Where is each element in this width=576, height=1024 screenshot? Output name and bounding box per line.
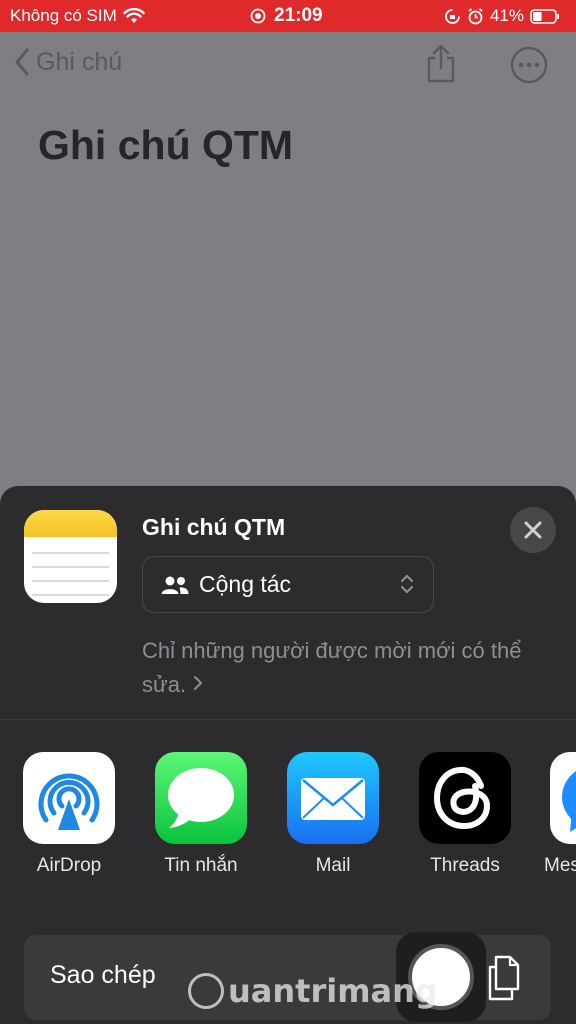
share-app-label: Mes bbox=[544, 855, 576, 876]
watermark: uantrimang bbox=[188, 972, 438, 1010]
close-button[interactable] bbox=[510, 507, 556, 553]
messenger-icon bbox=[550, 752, 576, 844]
back-button[interactable]: Ghi chú bbox=[14, 47, 122, 77]
status-bar: Không có SIM 21:09 41% bbox=[0, 0, 576, 32]
battery-percent: 41% bbox=[489, 6, 524, 25]
note-title: Ghi chú QTM bbox=[38, 122, 294, 168]
copy-icon bbox=[488, 955, 520, 1001]
airdrop-icon bbox=[23, 752, 115, 844]
share-app-mail[interactable]: Mail bbox=[287, 752, 379, 876]
clock: 21:09 bbox=[274, 5, 323, 26]
threads-icon bbox=[419, 752, 511, 844]
more-icon bbox=[510, 46, 548, 84]
messages-icon bbox=[155, 752, 247, 844]
share-icon bbox=[427, 44, 455, 83]
collaboration-selector[interactable]: Cộng tác bbox=[142, 556, 434, 613]
watermark-logo-icon bbox=[188, 973, 224, 1009]
chevron-left-icon bbox=[15, 48, 29, 76]
more-button[interactable] bbox=[510, 46, 548, 89]
chevron-right-icon bbox=[194, 676, 203, 690]
share-app-messages[interactable]: Tin nhắn bbox=[155, 752, 247, 876]
screen-recording-icon bbox=[250, 8, 266, 24]
share-app-threads[interactable]: Threads bbox=[419, 752, 511, 876]
share-button[interactable] bbox=[424, 44, 458, 89]
share-app-label: Threads bbox=[430, 855, 500, 876]
mail-icon bbox=[287, 752, 379, 844]
app-row: AirDrop Tin nhắn Mail Threads Mes bbox=[0, 752, 576, 876]
battery-icon bbox=[530, 8, 559, 24]
close-icon bbox=[524, 521, 542, 539]
share-app-label: Mail bbox=[315, 855, 351, 876]
divider bbox=[0, 719, 576, 720]
share-app-label: Tin nhắn bbox=[164, 855, 238, 876]
notes-app-icon bbox=[24, 510, 117, 603]
copy-label: Sao chép bbox=[50, 961, 156, 989]
share-app-messenger[interactable]: Mes bbox=[544, 752, 576, 876]
permission-description[interactable]: Chỉ những người được mời mới có thể sửa. bbox=[142, 634, 562, 702]
share-sheet-title: Ghi chú QTM bbox=[142, 514, 286, 540]
collaboration-label: Cộng tác bbox=[199, 571, 292, 597]
share-app-airdrop[interactable]: AirDrop bbox=[23, 752, 115, 876]
watermark-text: uantrimang bbox=[228, 972, 438, 1010]
note-background: Ghi chú Ghi chú QTM bbox=[0, 32, 576, 492]
people-icon bbox=[161, 576, 189, 594]
carrier-label: Không có SIM bbox=[10, 6, 117, 25]
wifi-icon bbox=[123, 8, 145, 23]
orientation-lock-icon bbox=[445, 8, 460, 24]
share-app-label: AirDrop bbox=[36, 855, 102, 876]
share-sheet: Ghi chú QTM Cộng tác Chỉ những người đượ… bbox=[0, 486, 576, 1024]
back-label: Ghi chú bbox=[36, 47, 123, 76]
chevron-up-down-icon bbox=[400, 574, 414, 594]
alarm-icon bbox=[468, 7, 483, 24]
